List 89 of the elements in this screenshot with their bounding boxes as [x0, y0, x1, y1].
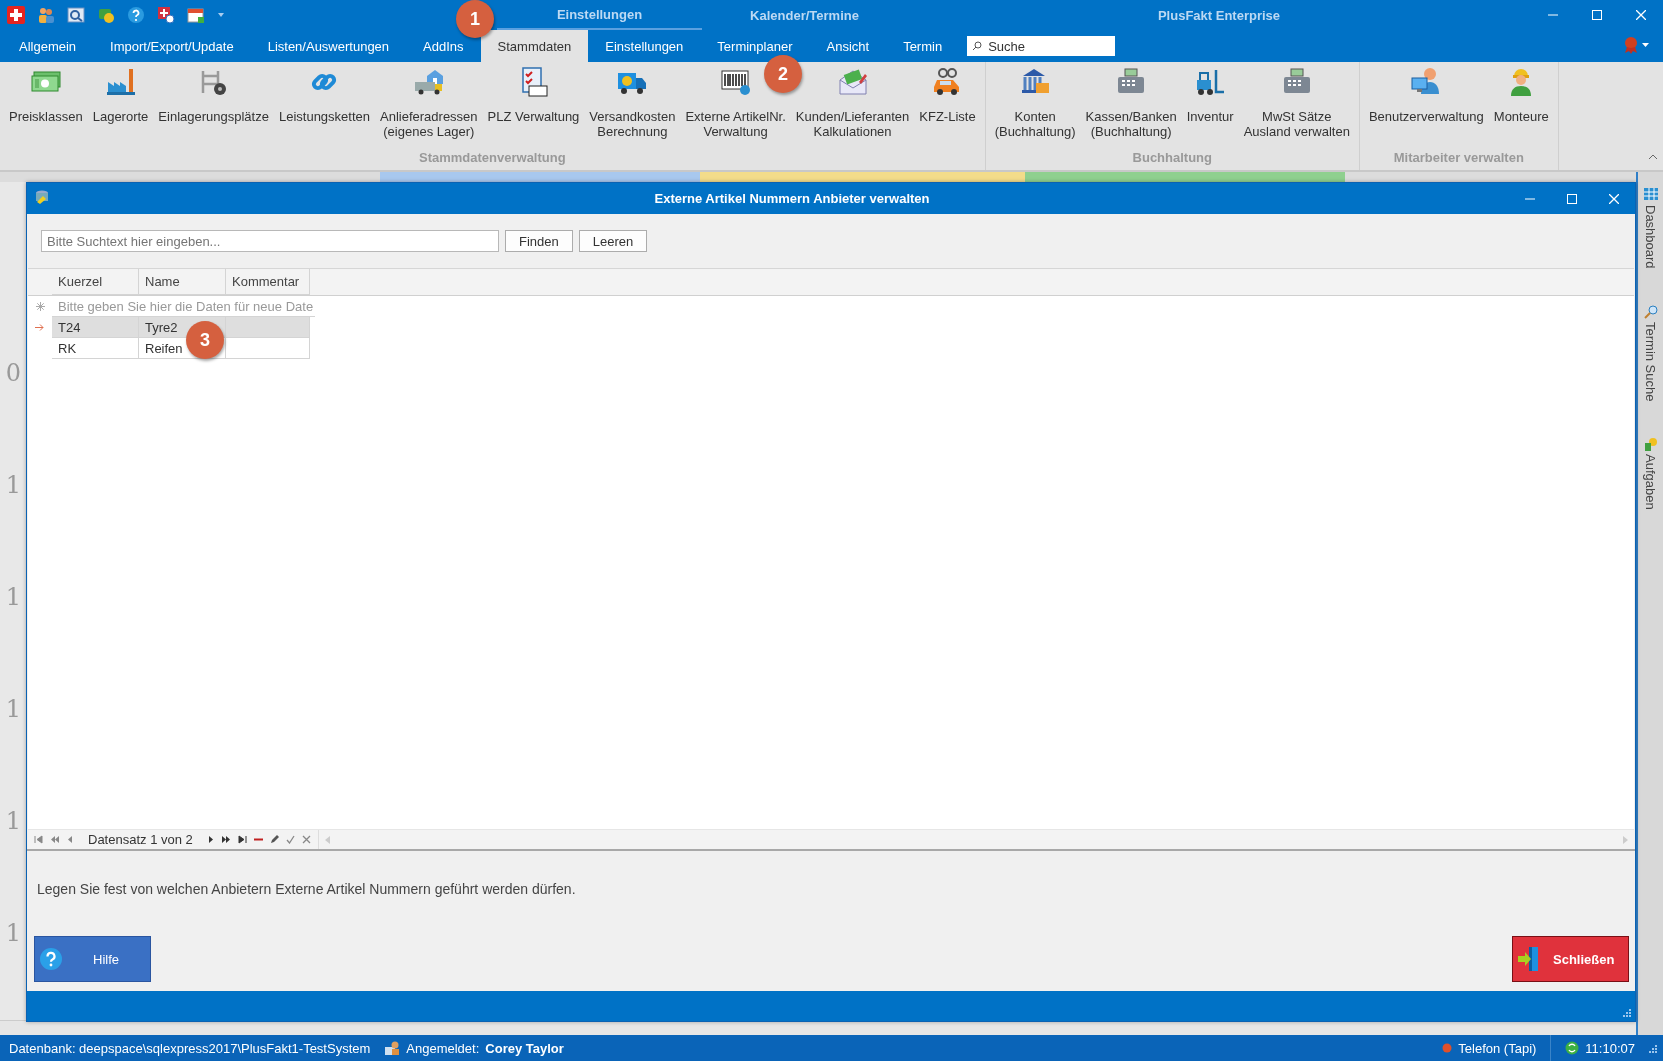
- factory-icon: [104, 66, 137, 98]
- ribbon-button[interactable]: Benutzerverwaltung: [1363, 62, 1489, 146]
- database-path: Datenbank: deepspace\sqlexpress2017\PlusFakt1-TestSystem: [9, 1040, 371, 1056]
- search-icon: [1643, 304, 1658, 319]
- medical-icon[interactable]: [157, 6, 175, 24]
- sidebar-tab[interactable]: Aufgaben: [1643, 437, 1658, 510]
- column-header[interactable]: Kommentar: [226, 269, 310, 295]
- context-tab-group: Kalender/Termine: [702, 0, 907, 30]
- table-cell: RK: [52, 338, 139, 359]
- close-dialog-button[interactable]: Schließen: [1512, 936, 1629, 982]
- row-number: 1: [5, 806, 22, 836]
- current-row-arrow-icon: [35, 324, 45, 331]
- new-row-icon: [35, 302, 45, 311]
- ribbon-button[interactable]: MwSt Sätze Ausland verwalten: [1238, 62, 1355, 146]
- column-header[interactable]: Name: [139, 269, 226, 295]
- close-icon: [1636, 10, 1646, 20]
- close-icon: [1609, 193, 1619, 204]
- previous-page-icon[interactable]: [50, 835, 59, 844]
- ribbon-button[interactable]: Konten (Buchhaltung): [989, 62, 1081, 146]
- ribbon-button[interactable]: Kassen/Banken (Buchhaltung): [1080, 62, 1182, 146]
- ribbon-button[interactable]: Lagerorte: [87, 62, 154, 146]
- people-icon[interactable]: [37, 6, 55, 24]
- ribbon-button[interactable]: Einlagerungsplätze: [153, 62, 274, 146]
- maximize-icon: [1567, 193, 1577, 204]
- ribbon-tab[interactable]: Einstellungen: [588, 30, 701, 62]
- table-cell: T24: [52, 317, 139, 338]
- exit-door-icon: [1517, 946, 1541, 972]
- row-number: 1: [5, 918, 22, 948]
- phone-status: Telefon (Tapi): [1458, 1040, 1537, 1056]
- column-header[interactable]: Kuerzel: [52, 269, 139, 295]
- help-icon[interactable]: [127, 6, 145, 24]
- ribbon-button[interactable]: Preisklassen: [4, 62, 88, 146]
- ribbon-tab[interactable]: Ansicht: [809, 30, 887, 62]
- next-page-icon[interactable]: [221, 835, 231, 844]
- edit-icon[interactable]: [269, 835, 279, 844]
- resize-grip-icon[interactable]: [1649, 1044, 1657, 1053]
- ribbon-tab[interactable]: Import/Export/Update: [93, 30, 251, 62]
- row-number: 1: [5, 582, 22, 612]
- search-button[interactable]: Finden: [505, 230, 573, 252]
- user-name: Corey Taylor: [485, 1040, 564, 1056]
- ribbon-button[interactable]: KFZ-Liste: [914, 62, 981, 146]
- ribbon-button[interactable]: Versandkosten Berechnung: [584, 62, 681, 146]
- row-number: 1: [5, 694, 22, 724]
- help-button[interactable]: Hilfe: [34, 936, 151, 982]
- group-title: Buchhaltung: [1131, 149, 1213, 167]
- previous-record-icon[interactable]: [66, 835, 75, 844]
- window-title: PlusFakt Enterprise: [1156, 7, 1282, 23]
- grid-icon: [1643, 188, 1658, 202]
- search-placeholder: Suche: [988, 38, 1025, 54]
- dropdown-icon[interactable]: [1642, 42, 1649, 48]
- description-text: Legen Sie fest von welchen Anbietern Externe Artikel Nummern geführt werden dürfen.: [36, 880, 577, 899]
- ribbon-tab[interactable]: Termin: [886, 30, 960, 62]
- collapse-icon[interactable]: [1649, 154, 1657, 159]
- row-number: 1: [5, 470, 22, 500]
- check-icon[interactable]: [285, 835, 295, 844]
- help-icon: [39, 947, 63, 971]
- user-icon: [384, 1040, 401, 1056]
- search-button[interactable]: Leeren: [578, 230, 648, 252]
- status-dot-icon: [1442, 1043, 1453, 1053]
- sidebar-tab[interactable]: Termin Suche: [1643, 304, 1658, 402]
- last-record-icon[interactable]: [237, 835, 247, 844]
- search-field[interactable]: Suche: [967, 36, 1116, 56]
- ribbon-tab[interactable]: Listen/Auswertungen: [250, 30, 407, 62]
- search-icon: [972, 41, 983, 51]
- ribbon-button[interactable]: Leistungsketten: [273, 62, 375, 146]
- dropdown-icon[interactable]: [217, 12, 225, 18]
- sidebar-tab[interactable]: Dashboard: [1643, 188, 1658, 269]
- calendar-icon[interactable]: [187, 6, 205, 24]
- resize-grip-icon[interactable]: [1622, 1008, 1631, 1017]
- clock: 11:10:07: [1585, 1040, 1635, 1056]
- ribbon-tab[interactable]: Allgemein: [2, 30, 94, 62]
- search-field[interactable]: Bitte Suchtext hier eingeben...: [41, 230, 499, 252]
- swiss-cross-icon[interactable]: [7, 6, 25, 24]
- first-record-icon[interactable]: [34, 835, 43, 844]
- sync-icon: [1565, 1041, 1580, 1055]
- ribbon-tab[interactable]: Stammdaten: [480, 30, 589, 62]
- ribbon-button[interactable]: Monteure: [1488, 62, 1554, 146]
- cancel-icon[interactable]: [301, 835, 311, 844]
- dialog-title: Externe Artikel Nummern Anbieter verwalten: [653, 191, 931, 206]
- group-title: Stammdatenverwaltung: [418, 149, 567, 167]
- group-title: Mitarbeiter verwalten: [1392, 149, 1525, 167]
- logged-in-label: Angemeldet:: [406, 1040, 480, 1056]
- magnifier-icon[interactable]: [67, 6, 85, 24]
- ribbon-button[interactable]: Anlieferadressen (eigenes Lager): [375, 62, 483, 146]
- row-number: 0: [5, 358, 22, 388]
- record-counter: Datensatz 1 von 2: [87, 832, 194, 847]
- ribbon-button[interactable]: Inventur: [1181, 62, 1239, 146]
- ribbon-button[interactable]: PLZ Verwaltung: [482, 62, 585, 146]
- maximize-icon: [1592, 10, 1602, 20]
